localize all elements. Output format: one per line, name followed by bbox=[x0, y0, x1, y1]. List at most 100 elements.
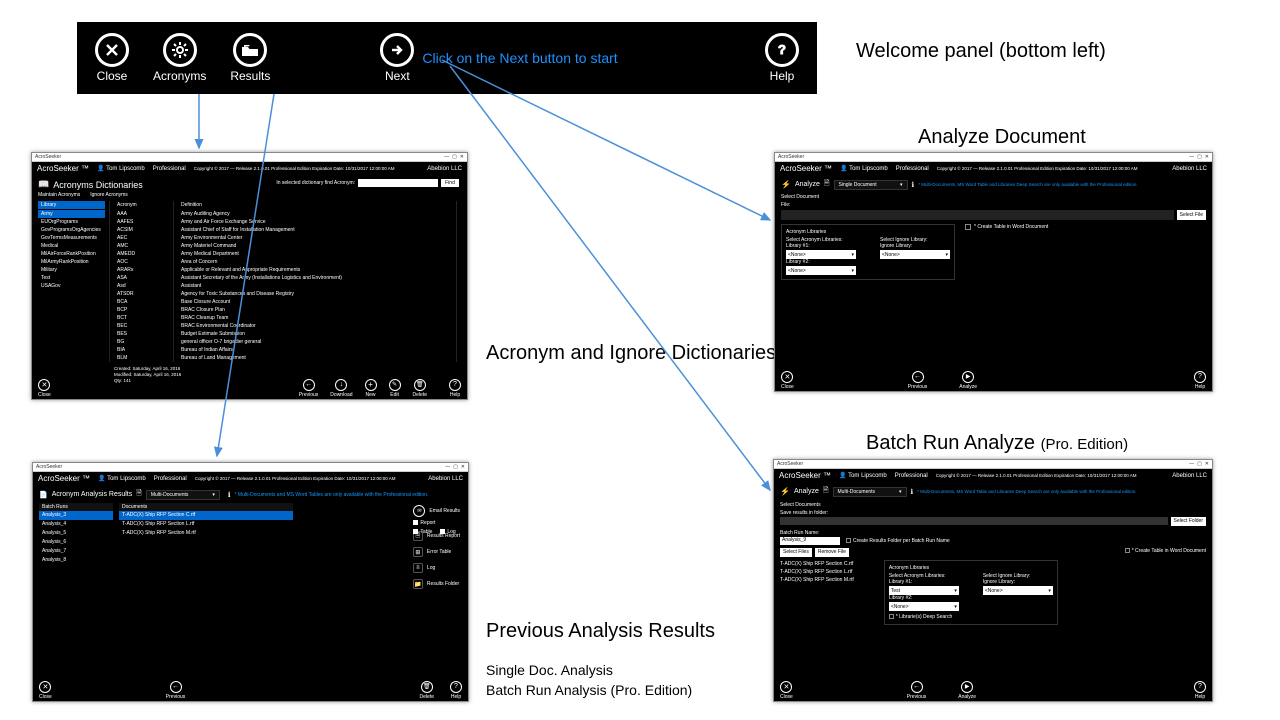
footer-close[interactable]: Close bbox=[781, 371, 794, 390]
footer-delete[interactable]: Delete bbox=[420, 681, 434, 700]
window-controls[interactable]: —▢✕ bbox=[442, 464, 465, 470]
results-button[interactable]: Results bbox=[230, 33, 270, 83]
footer-help[interactable]: Help bbox=[1194, 681, 1206, 700]
run-row[interactable]: Analysis_5 bbox=[39, 529, 113, 538]
next-button[interactable]: Next bbox=[380, 33, 414, 83]
find-input[interactable] bbox=[358, 179, 438, 187]
footer-previous[interactable]: Previous bbox=[908, 371, 927, 390]
batch-lib2-select[interactable]: <None>▾ bbox=[889, 602, 959, 611]
batch-file-row[interactable]: T-ADC(X) Ship RFP Section C.rtf bbox=[780, 560, 854, 568]
cb-table[interactable]: Table bbox=[413, 529, 432, 535]
acronym-row[interactable]: AAA bbox=[114, 210, 169, 218]
maintain-tab[interactable]: Maintain Acronyms bbox=[38, 192, 80, 198]
doc-row[interactable]: T-ADC(X) Ship RFP Section C.rtf bbox=[119, 511, 293, 520]
footer-close[interactable]: Close bbox=[39, 681, 52, 700]
doc-row[interactable]: T-ADC(X) Ship RFP Section L.rtf bbox=[119, 520, 293, 529]
acronym-row[interactable]: ASA bbox=[114, 274, 169, 282]
footer-previous[interactable]: Previous bbox=[907, 681, 926, 700]
footer-analyze[interactable]: Analyze bbox=[959, 371, 977, 390]
footer-help[interactable]: Help bbox=[1194, 371, 1206, 390]
deep-search-checkbox[interactable]: * Librarie(s) Deep Search bbox=[889, 614, 1053, 620]
batch-file-row[interactable]: T-ADC(X) Ship RFP Section M.rtf bbox=[780, 576, 854, 584]
acronym-row[interactable]: BCA bbox=[114, 298, 169, 306]
acronym-row[interactable]: AAFES bbox=[114, 218, 169, 226]
acronym-row[interactable]: BES bbox=[114, 330, 169, 338]
log[interactable]: ≡Log bbox=[413, 563, 460, 573]
create-table-checkbox[interactable]: * Create Table in Word Document bbox=[965, 224, 1048, 230]
footer-previous[interactable]: Previous bbox=[166, 681, 185, 700]
window-controls[interactable]: —▢✕ bbox=[441, 154, 464, 160]
remove-file-button[interactable]: Remove File bbox=[815, 548, 849, 557]
lib-row[interactable]: Army bbox=[38, 210, 105, 218]
acronym-row[interactable]: Asd bbox=[114, 282, 169, 290]
analyze-mode-select[interactable]: Single Document▾ bbox=[834, 180, 908, 190]
run-row[interactable]: Analysis_7 bbox=[39, 547, 113, 556]
run-name-input[interactable]: Analysis_9 bbox=[780, 537, 840, 545]
ignore-tab[interactable]: Ignore Acronyms bbox=[90, 192, 128, 198]
close-button[interactable]: Close bbox=[95, 33, 129, 83]
select-file-button[interactable]: Select File bbox=[1177, 210, 1206, 220]
footer-delete[interactable]: Delete bbox=[413, 379, 427, 398]
file-input[interactable] bbox=[781, 210, 1174, 220]
acronym-row[interactable]: BG bbox=[114, 338, 169, 346]
lib-row[interactable]: USAGov bbox=[38, 282, 105, 290]
acronym-row[interactable]: ACSIM bbox=[114, 226, 169, 234]
lib-row[interactable]: GovTermsMeasurements bbox=[38, 234, 105, 242]
create-folder-checkbox[interactable]: Create Results Folder per Batch Run Name bbox=[846, 538, 950, 544]
acronym-row[interactable]: AEC bbox=[114, 234, 169, 242]
batch-mode-select[interactable]: Multi-Documents▾ bbox=[833, 487, 907, 497]
cb-report[interactable]: Report bbox=[413, 520, 435, 526]
footer-close[interactable]: Close bbox=[780, 681, 793, 700]
footer-new[interactable]: New bbox=[365, 379, 377, 398]
lib-row[interactable]: EUOrgPrograms bbox=[38, 218, 105, 226]
footer-help[interactable]: Help bbox=[449, 379, 461, 398]
run-row[interactable]: Analysis_6 bbox=[39, 538, 113, 547]
ignore-select[interactable]: <None>▾ bbox=[880, 250, 950, 259]
cb-log[interactable]: Log bbox=[440, 529, 455, 535]
footer-analyze[interactable]: Analyze bbox=[958, 681, 976, 700]
batch-lib1-select[interactable]: Test▾ bbox=[889, 586, 959, 595]
find-button[interactable]: Find bbox=[441, 179, 459, 187]
help-button[interactable]: ? Help bbox=[765, 33, 799, 83]
footer-close[interactable]: Close bbox=[38, 379, 51, 398]
lib-row[interactable]: MilAirForceRankPosition bbox=[38, 250, 105, 258]
doc-row[interactable]: T-ADC(X) Ship RFP Section M.rtf bbox=[119, 529, 293, 538]
acronym-row[interactable]: BIA bbox=[114, 346, 169, 354]
acronym-row[interactable]: ATSDR bbox=[114, 290, 169, 298]
acronyms-button[interactable]: Acronyms bbox=[153, 33, 206, 83]
lib-row[interactable]: Military bbox=[38, 266, 105, 274]
acronym-row[interactable]: BCP bbox=[114, 306, 169, 314]
acronym-row[interactable]: BLM bbox=[114, 354, 169, 362]
lib1-select[interactable]: <None>▾ bbox=[786, 250, 856, 259]
lib-row[interactable]: MilArmyRankPosition bbox=[38, 258, 105, 266]
lib2-select[interactable]: <None>▾ bbox=[786, 266, 856, 275]
acronym-row[interactable]: AMC bbox=[114, 242, 169, 250]
acronym-row[interactable]: ARARs bbox=[114, 266, 169, 274]
email-results-button[interactable]: ✉Email Results bbox=[413, 505, 460, 517]
batch-file-row[interactable]: T-ADC(X) Ship RFP Section L.rtf bbox=[780, 568, 854, 576]
lib-row[interactable]: Medical bbox=[38, 242, 105, 250]
acronym-row[interactable]: BEC bbox=[114, 322, 169, 330]
acronym-row[interactable]: BCT bbox=[114, 314, 169, 322]
select-folder-button[interactable]: Select Folder bbox=[1171, 517, 1206, 526]
select-files-button[interactable]: Select Files bbox=[780, 548, 812, 557]
footer-edit[interactable]: Edit bbox=[389, 379, 401, 398]
window-controls[interactable]: —▢✕ bbox=[1186, 154, 1209, 160]
run-row[interactable]: Analysis_4 bbox=[39, 520, 113, 529]
create-table-checkbox[interactable]: * Create Table in Word Document bbox=[1125, 548, 1206, 557]
lib-row[interactable]: GovProgramsOrgAgencies bbox=[38, 226, 105, 234]
error-table[interactable]: ⊞Error Table bbox=[413, 547, 460, 557]
batch-ignore-select[interactable]: <None>▾ bbox=[983, 586, 1053, 595]
run-row[interactable]: Analysis_3 bbox=[39, 511, 113, 520]
folder-input[interactable] bbox=[780, 517, 1168, 525]
footer-download[interactable]: Download bbox=[330, 379, 352, 398]
lib-row[interactable]: Test bbox=[38, 274, 105, 282]
window-controls[interactable]: —▢✕ bbox=[1186, 461, 1209, 467]
footer-help[interactable]: Help bbox=[450, 681, 462, 700]
results-mode-select[interactable]: Multi-Documents▾ bbox=[146, 490, 220, 500]
run-row[interactable]: Analysis_8 bbox=[39, 556, 113, 565]
results-folder[interactable]: 📁Results Folder bbox=[413, 579, 460, 589]
acronym-row[interactable]: AMEDD bbox=[114, 250, 169, 258]
acronym-row[interactable]: AOC bbox=[114, 258, 169, 266]
footer-previous[interactable]: Previous bbox=[299, 379, 318, 398]
